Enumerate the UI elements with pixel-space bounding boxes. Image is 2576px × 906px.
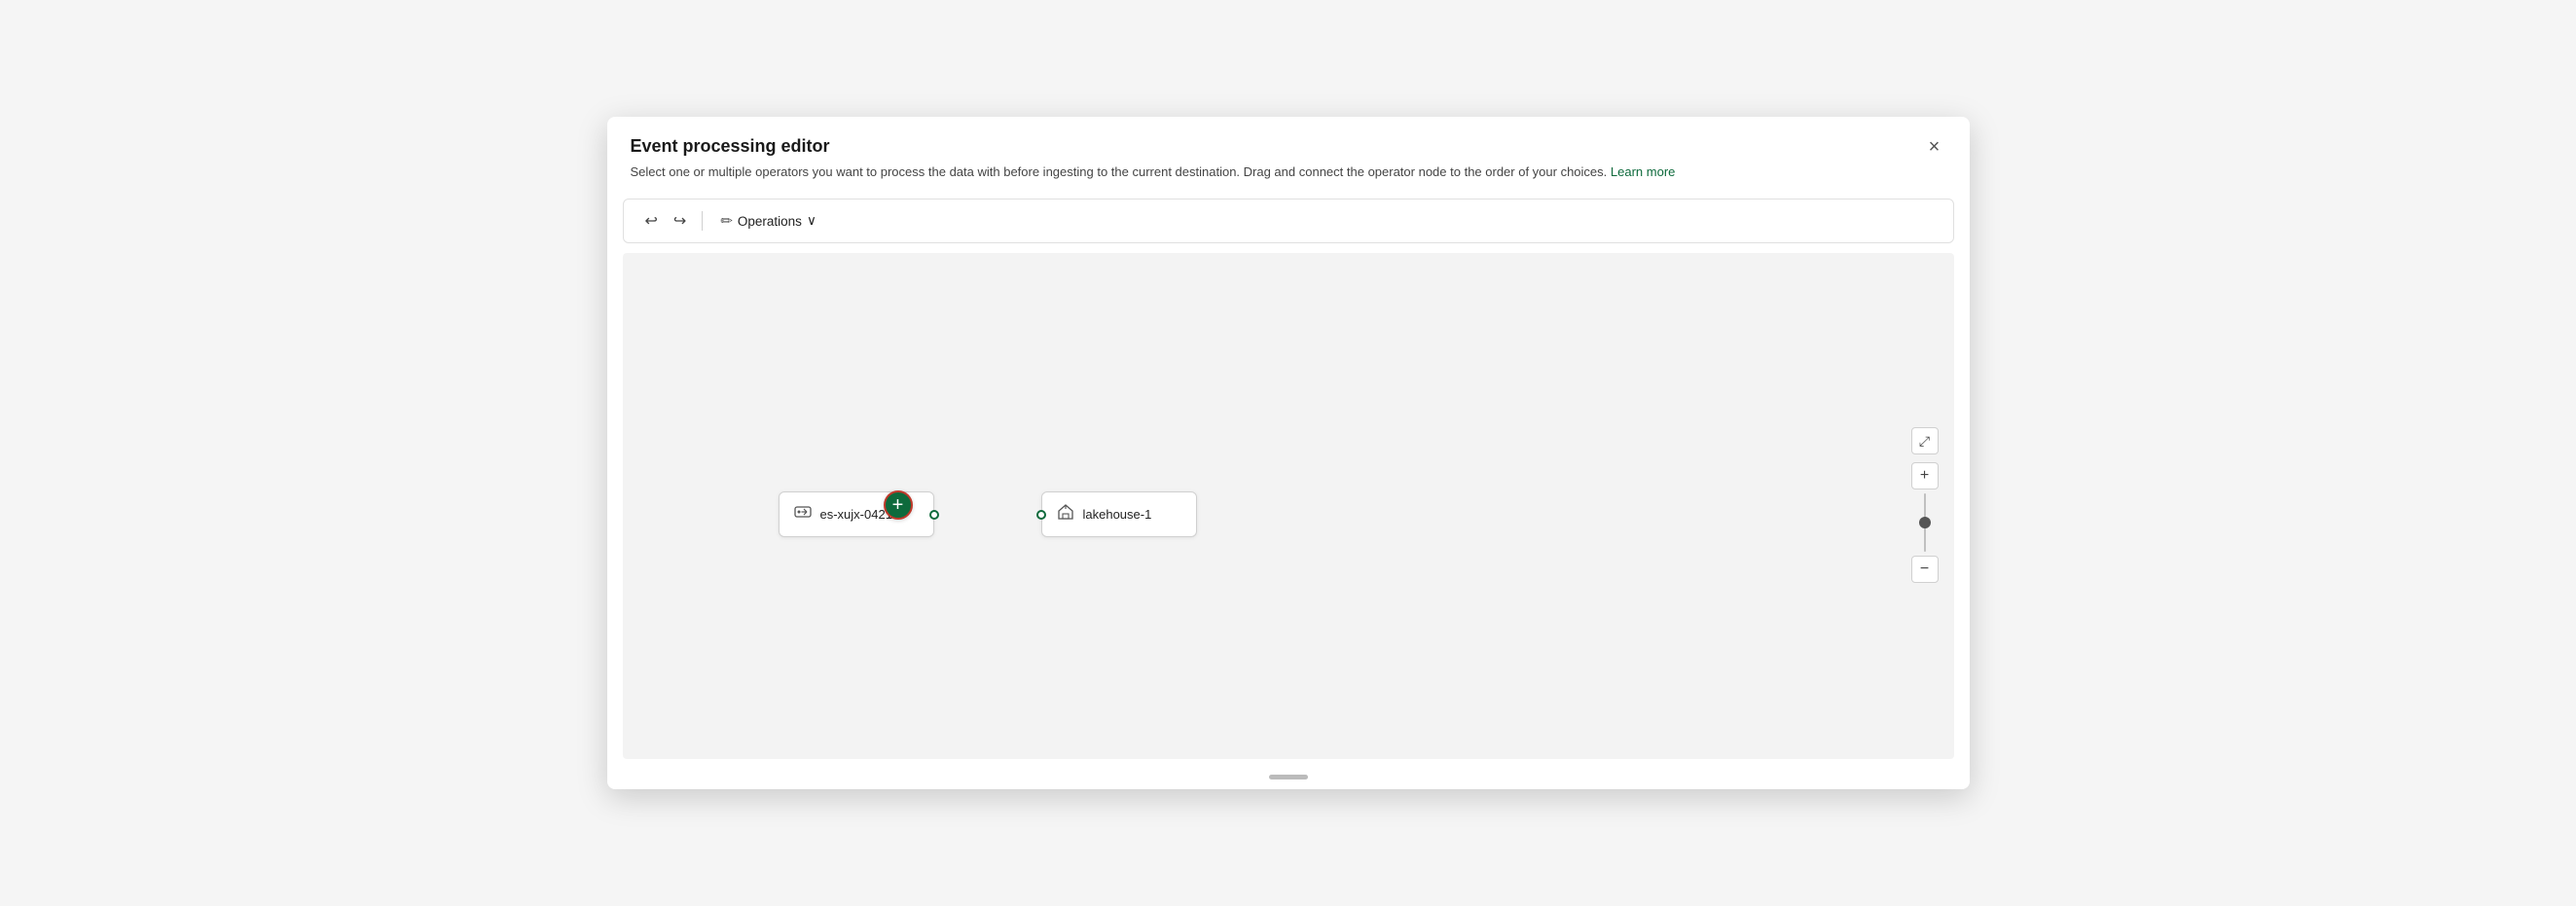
toolbar-divider: [702, 211, 703, 231]
operations-icon: ✏: [720, 212, 733, 230]
dest-node-label: lakehouse-1: [1083, 507, 1152, 522]
zoom-in-button[interactable]: +: [1911, 462, 1939, 489]
zoom-out-button[interactable]: −: [1911, 556, 1939, 583]
source-node-right-connector: [929, 510, 939, 520]
dest-node-icon: [1056, 502, 1075, 526]
zoom-fit-button[interactable]: ⤢: [1911, 427, 1939, 454]
bottom-indicator: [607, 769, 1970, 789]
close-button[interactable]: ×: [1919, 132, 1950, 163]
source-node-label: es-xujx-0421: [820, 507, 892, 522]
add-operation-button-container: +: [884, 490, 913, 520]
add-operation-button[interactable]: +: [884, 490, 913, 520]
zoom-slider-track: [1924, 493, 1926, 552]
dialog-header: Event processing editor Select one or mu…: [607, 117, 1970, 190]
zoom-out-icon: −: [1920, 561, 1929, 578]
chevron-down-icon: ∨: [807, 213, 816, 229]
event-processing-dialog: Event processing editor Select one or mu…: [607, 117, 1970, 790]
scroll-pill: [1269, 775, 1308, 779]
dest-node-left-connector: [1036, 510, 1046, 520]
canvas-area: es-xujx-0421 + lakehouse-1 ⤢: [623, 253, 1954, 759]
toolbar: ↩ ↪ ✏ Operations ∨: [623, 199, 1954, 243]
dialog-subtitle: Select one or multiple operators you wan…: [631, 163, 1946, 182]
redo-button[interactable]: ↪: [668, 207, 692, 235]
zoom-controls: ⤢ + −: [1911, 427, 1939, 585]
zoom-slider-thumb: [1919, 517, 1931, 528]
operations-menu-button[interactable]: ✏ Operations ∨: [712, 208, 824, 234]
zoom-in-icon: +: [1920, 467, 1929, 485]
destination-node[interactable]: lakehouse-1: [1041, 491, 1197, 537]
learn-more-link[interactable]: Learn more: [1611, 164, 1675, 179]
undo-button[interactable]: ↩: [639, 207, 664, 235]
operations-label: Operations: [738, 214, 802, 229]
zoom-fit-icon: ⤢: [1919, 433, 1930, 450]
source-node-icon: [793, 502, 813, 526]
dialog-title: Event processing editor: [631, 136, 1946, 157]
